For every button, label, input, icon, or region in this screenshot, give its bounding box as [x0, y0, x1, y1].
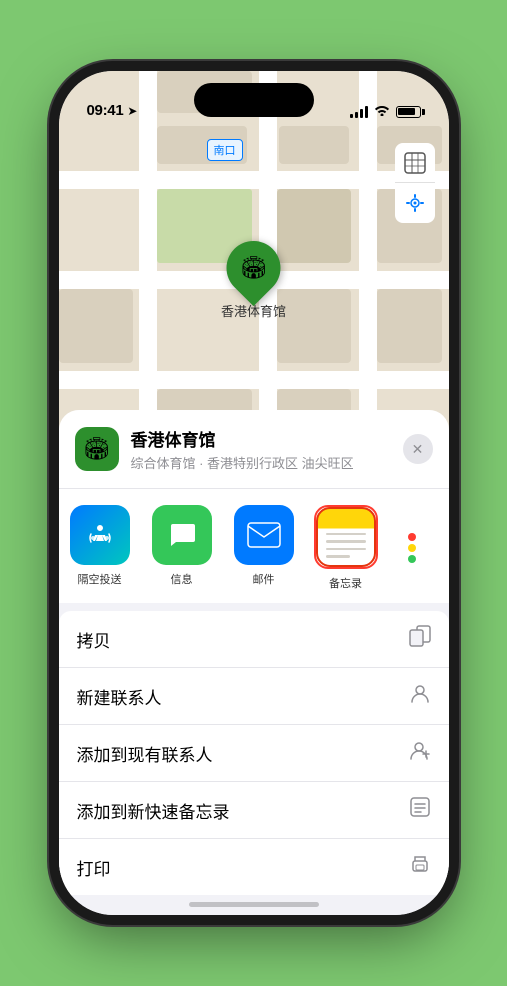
action-copy[interactable]: 拷贝	[59, 611, 449, 668]
share-notes[interactable]: 备忘录	[305, 505, 387, 591]
dynamic-island	[194, 83, 314, 117]
mail-label: 邮件	[253, 571, 275, 587]
share-airdrop[interactable]: 隔空投送	[59, 505, 141, 591]
marker-inner: 🏟	[240, 255, 268, 281]
bottom-sheet: 🏟 香港体育馆 综合体育馆 · 香港特别行政区 油尖旺区 ✕	[59, 410, 449, 915]
mail-icon	[234, 505, 294, 565]
map-controls	[395, 143, 435, 223]
location-name: 香港体育馆	[131, 426, 403, 451]
share-apps-row: 隔空投送 信息 邮件	[59, 489, 449, 603]
location-card-icon: 🏟	[75, 427, 119, 471]
map-type-button[interactable]	[395, 143, 435, 183]
action-add-existing-contact[interactable]: 添加到现有联系人	[59, 725, 449, 782]
close-button[interactable]: ✕	[403, 434, 433, 464]
more-dots	[408, 533, 416, 563]
notes-icon	[316, 507, 376, 567]
notes-highlight-border	[314, 505, 378, 569]
share-mail[interactable]: 邮件	[223, 505, 305, 591]
print-label: 打印	[77, 855, 111, 880]
location-marker: 🏟 香港体育馆	[221, 241, 286, 320]
action-new-contact[interactable]: 新建联系人	[59, 668, 449, 725]
new-contact-icon	[409, 682, 431, 710]
share-messages[interactable]: 信息	[141, 505, 223, 591]
add-existing-icon	[409, 739, 431, 767]
action-list: 拷贝 新建联系人 添加到现有联系人	[59, 611, 449, 895]
location-info: 香港体育馆 综合体育馆 · 香港特别行政区 油尖旺区	[131, 426, 403, 472]
location-card: 🏟 香港体育馆 综合体育馆 · 香港特别行政区 油尖旺区 ✕	[59, 410, 449, 488]
new-contact-label: 新建联系人	[77, 684, 162, 709]
quick-note-icon	[409, 796, 431, 824]
messages-icon	[152, 505, 212, 565]
print-icon	[409, 853, 431, 881]
location-detail: 综合体育馆 · 香港特别行政区 油尖旺区	[131, 453, 403, 472]
airdrop-icon	[70, 505, 130, 565]
action-quick-note[interactable]: 添加到新快速备忘录	[59, 782, 449, 839]
add-existing-label: 添加到现有联系人	[77, 741, 213, 766]
copy-icon	[409, 625, 431, 653]
action-print[interactable]: 打印	[59, 839, 449, 895]
signal-bars	[350, 106, 368, 118]
location-button[interactable]	[395, 183, 435, 223]
share-more[interactable]	[387, 505, 437, 591]
phone-frame: 09:41 ➤	[59, 71, 449, 915]
notes-label: 备忘录	[329, 575, 362, 591]
home-indicator	[189, 902, 319, 907]
wifi-icon	[374, 104, 390, 119]
status-icons	[350, 104, 421, 119]
copy-label: 拷贝	[77, 627, 111, 652]
quick-note-label: 添加到新快速备忘录	[77, 798, 230, 823]
airdrop-label: 隔空投送	[78, 571, 122, 587]
battery-icon	[396, 106, 421, 118]
location-icon: ➤	[127, 104, 137, 118]
marker-pin: 🏟	[215, 230, 291, 306]
status-time: 09:41	[87, 102, 124, 119]
messages-label: 信息	[171, 571, 193, 587]
map-label: 南口	[207, 139, 243, 161]
